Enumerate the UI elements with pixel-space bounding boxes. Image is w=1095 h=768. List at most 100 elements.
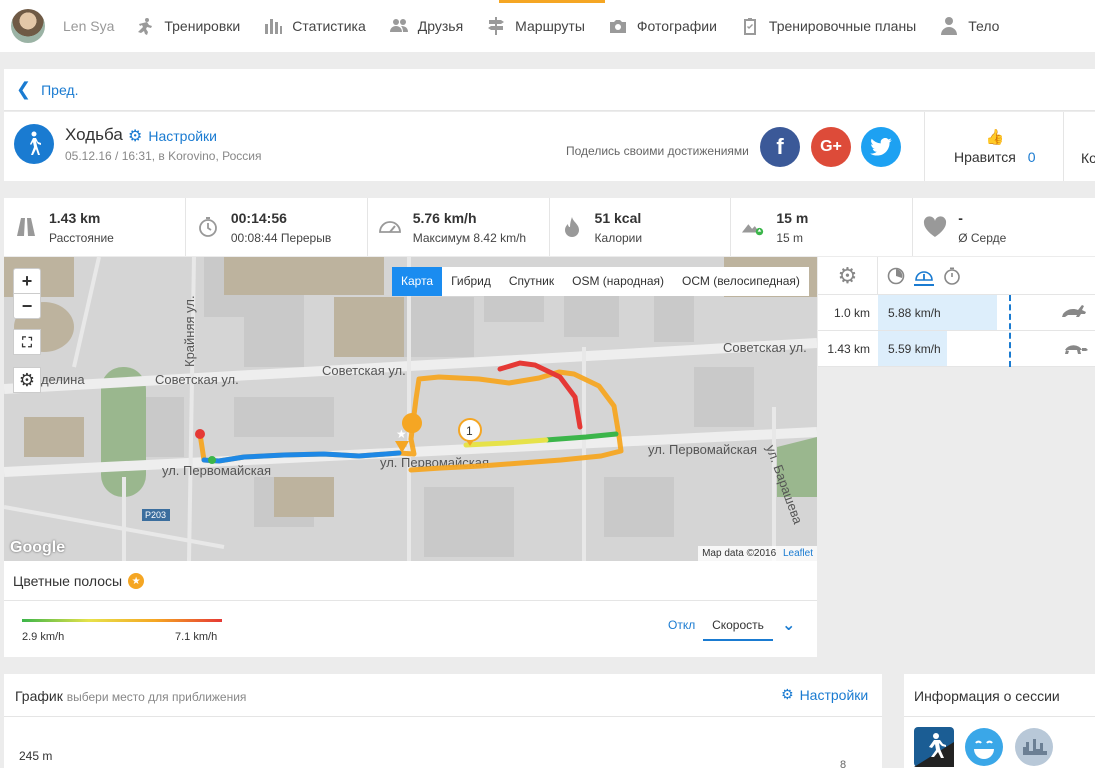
tab-pace[interactable] — [886, 266, 906, 286]
split-distance: 1.0 km — [833, 305, 870, 320]
clipboard-icon — [739, 15, 761, 37]
divider — [904, 716, 1095, 717]
route-map[interactable]: Советская ул. Советская ул. Советская ул… — [4, 257, 817, 561]
leaflet-link[interactable]: Leaflet — [783, 548, 813, 559]
body-icon — [938, 15, 960, 37]
like-label: Нравится — [954, 149, 1016, 165]
splits-header: ⚙ — [818, 256, 1095, 295]
nav-label: Фотографии — [636, 18, 717, 34]
graph-hint: выбери место для приближения — [66, 690, 247, 704]
speedometer-icon — [378, 215, 402, 239]
turtle-icon — [1061, 339, 1089, 360]
google-plus-share-button[interactable]: G+ — [811, 127, 851, 167]
chevron-down-icon[interactable]: ⌄ — [782, 615, 795, 635]
stat-value: 1.43 km — [49, 210, 101, 226]
road-shield: Р203 — [145, 510, 166, 520]
smiley-icon — [965, 728, 1003, 766]
street-label: Советская ул. — [723, 340, 807, 355]
gear-icon: ⚙ — [837, 262, 858, 288]
activity-settings-link[interactable]: ⚙ Настройки — [128, 126, 217, 146]
divider — [924, 112, 925, 181]
graph-right-value: 8 — [840, 759, 847, 768]
split-row[interactable]: 1.43 km 5.59 km/h — [818, 331, 1095, 367]
gear-icon: ⚙ — [18, 369, 36, 390]
stat-value: 51 kcal — [594, 210, 642, 226]
stopwatch-icon — [196, 215, 220, 239]
like-count: 0 — [1027, 149, 1036, 165]
tab-speed[interactable] — [914, 266, 934, 286]
stat-value: 5.76 km/h — [412, 210, 477, 226]
settings-label: Настройки — [148, 128, 217, 144]
nav-item-body[interactable]: Тело — [938, 15, 999, 37]
chevron-left-icon[interactable]: ❮ — [16, 79, 31, 100]
km-marker-label: 1 — [466, 424, 473, 438]
zoom-out-button[interactable]: − — [13, 293, 41, 319]
map-tab-osm[interactable]: OSM (народная) — [563, 267, 673, 296]
activity-title: Ходьба — [65, 125, 123, 144]
splits-settings-button[interactable]: ⚙ — [818, 256, 878, 295]
nav-item-training-plans[interactable]: Тренировочные планы — [739, 15, 916, 37]
graph-settings-link[interactable]: ⚙ Настройки — [781, 686, 868, 703]
nav-item-routes[interactable]: Маршруты — [485, 15, 585, 37]
street-label: Крайняя ул. — [182, 295, 197, 367]
tab-time[interactable] — [942, 266, 962, 286]
map-tiles: Советская ул. Советская ул. Советская ул… — [4, 257, 817, 561]
nav-label: Тело — [968, 18, 1000, 34]
google-logo: Google — [10, 539, 66, 556]
nav-label: Маршруты — [515, 18, 585, 34]
road-icon — [14, 215, 38, 239]
camera-icon — [607, 15, 629, 37]
star-icon: ★ — [128, 573, 145, 589]
map-tab-map[interactable]: Карта — [392, 267, 443, 296]
nav-label: Тренировочные планы — [768, 18, 917, 34]
active-tab-indicator — [499, 0, 605, 3]
map-data-text: Map data ©2016 — [702, 548, 777, 559]
stat-label: Максимум 8.42 km/h — [412, 231, 527, 245]
map-type-tabs: Карта Гибрид Спутник OSM (народная) ОСМ … — [392, 267, 809, 296]
street-label: Советская ул. — [155, 372, 239, 387]
graph-title-label: График — [15, 688, 63, 704]
zoom-in-button[interactable]: + — [13, 268, 41, 294]
previous-link[interactable]: Пред. — [41, 82, 78, 98]
share-label: Поделись своими достижениями — [566, 144, 749, 158]
nav-item-friends[interactable]: Друзья — [388, 15, 463, 37]
session-info-title: Информация о сессии — [914, 688, 1060, 704]
route-start-marker[interactable] — [195, 429, 205, 439]
stat-label: Ø Серде — [958, 231, 1007, 245]
like-button[interactable]: 👍 Нравится 0 — [954, 128, 1036, 165]
route-end-marker[interactable] — [208, 456, 216, 464]
flame-icon — [560, 215, 584, 239]
map-tab-osm-cycle[interactable]: ОСМ (велосипедная) — [673, 267, 809, 296]
nav-item-photos[interactable]: Фотографии — [607, 15, 717, 37]
stopwatch-icon — [944, 267, 960, 285]
map-settings-button[interactable]: ⚙ — [13, 367, 41, 393]
facebook-share-button[interactable]: f — [760, 127, 800, 167]
street-label: Советская ул. — [322, 363, 406, 378]
top-navigation: Len Sya Тренировки Статистика Друзья Мар… — [0, 0, 1095, 52]
running-surface-icon — [914, 727, 954, 767]
stat-distance: 1.43 km Расстояние — [4, 198, 186, 256]
nav-item-workouts[interactable]: Тренировки — [134, 15, 240, 37]
split-row[interactable]: 1.0 km 5.88 km/h — [818, 295, 1095, 331]
friends-icon — [388, 15, 410, 37]
map-tab-hybrid[interactable]: Гибрид — [442, 267, 500, 296]
twitter-icon — [870, 138, 892, 156]
comment-button[interactable]: Ко — [1081, 150, 1095, 166]
split-distance: 1.43 km — [827, 341, 870, 356]
color-bands-panel: Цветные полосы ★ 2.9 km/h 7.1 km/h Откл … — [4, 561, 817, 657]
color-bands-speed-button[interactable]: Скорость — [703, 611, 773, 641]
splits-panel: ⚙ 1.0 km 5.88 km/h 1.43 km 5.59 km/h — [818, 256, 1095, 367]
street-label: еделина — [34, 372, 85, 387]
average-line — [1009, 295, 1011, 367]
map-attribution: Map data ©2016 Leaflet — [698, 546, 817, 561]
avatar[interactable] — [11, 9, 45, 43]
thumbs-up-icon: 👍 — [985, 129, 1005, 146]
color-bands-off-button[interactable]: Откл — [668, 618, 695, 632]
fullscreen-button[interactable]: ⛶ — [13, 329, 41, 355]
city-weather-icon — [1015, 728, 1053, 766]
map-tab-satellite[interactable]: Спутник — [500, 267, 563, 296]
username[interactable]: Len Sya — [63, 18, 114, 34]
twitter-share-button[interactable] — [861, 127, 901, 167]
nav-item-statistics[interactable]: Статистика — [262, 15, 366, 37]
nav-label: Статистика — [292, 18, 366, 34]
